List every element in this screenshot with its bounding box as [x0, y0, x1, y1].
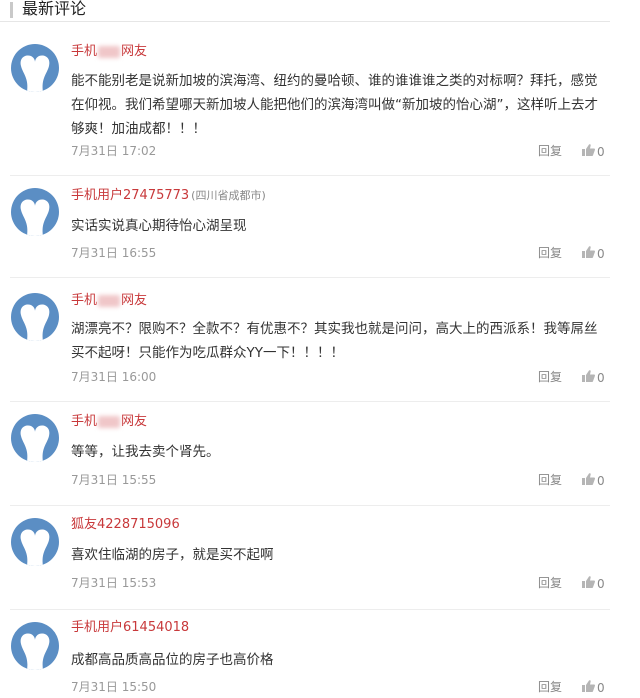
thumbs-up-icon — [582, 370, 597, 385]
like-button[interactable]: 0 — [582, 473, 605, 488]
comment-content: 成都高品质高品位的房子也高价格 — [71, 652, 274, 668]
comment-item: 手机用户27475773 (四川省成都市) 实话实说真心期待怡心湖呈现 7月31日 1… — [0, 176, 610, 278]
username-text: 手机用户27475773 — [71, 188, 190, 203]
comment-content: 喜欢住临湖的房子，就是买不起啊 — [71, 547, 274, 563]
reply-button[interactable]: 回复 — [538, 246, 562, 260]
username-blur — [98, 45, 121, 58]
username-suffix: 网友 — [121, 293, 148, 308]
reply-button[interactable]: 回复 — [538, 473, 562, 487]
comment-item: 手机 网友能不能别老是说新加坡的滨海湾、纽约的曼哈顿、谁的谁谁谁之类的对标啊？拜托… — [0, 30, 610, 176]
like-button[interactable]: 0 — [582, 680, 605, 695]
username-text: 狐友4228715096 — [71, 517, 180, 532]
comment-content: 实话实说真心期待怡心湖呈现 — [71, 218, 247, 234]
like-count: 0 — [597, 246, 605, 261]
comment-item: 手机 网友湖漂亮不？限购不？全款不？有优惠不？其实我也就是问问，高大上的西派系！我… — [0, 278, 610, 402]
comment-item: 狐友4228715096 喜欢住临湖的房子，就是买不起啊 7月31日 15:53 回复… — [0, 506, 610, 610]
comment-time: 7月31日 16:55 — [71, 246, 157, 260]
reply-button[interactable]: 回复 — [538, 680, 562, 694]
like-count: 0 — [597, 576, 605, 591]
comment-time: 7月31日 15:50 — [71, 680, 157, 694]
like-count: 0 — [597, 680, 605, 695]
username-prefix: 手机 — [71, 414, 98, 429]
thumbs-up-icon — [582, 576, 597, 591]
like-count: 0 — [597, 144, 605, 159]
thumbs-up-icon — [582, 680, 597, 695]
comment-item: 手机 网友等等，让我去卖个肾先。 7月31日 15:55 回复 0 — [0, 402, 610, 506]
default-avatar-icon[interactable] — [11, 518, 59, 566]
header-accent-bar — [10, 2, 13, 18]
like-button[interactable]: 0 — [582, 576, 605, 591]
default-avatar-icon[interactable] — [11, 188, 59, 236]
comment-content: 能不能别老是说新加坡的滨海湾、纽约的曼哈顿、谁的谁谁谁之类的对标啊？拜托，感觉在… — [71, 73, 598, 137]
username-prefix: 手机 — [71, 293, 98, 308]
like-button[interactable]: 0 — [582, 370, 605, 385]
username-blur — [98, 415, 121, 428]
comment-content: 湖漂亮不？限购不？全款不？有优惠不？其实我也就是问问，高大上的西派系！我等屌丝买… — [71, 321, 598, 361]
reply-button[interactable]: 回复 — [538, 370, 562, 384]
default-avatar-icon[interactable] — [11, 44, 59, 92]
comment-content: 等等，让我去卖个肾先。 — [71, 444, 220, 460]
comment-time: 7月31日 15:53 — [71, 576, 157, 590]
comment-username[interactable]: 手机 网友 — [71, 293, 147, 309]
thumbs-up-icon — [582, 246, 597, 261]
comment-username[interactable]: 手机用户61454018 — [71, 620, 189, 636]
username-text: 手机用户61454018 — [71, 620, 190, 635]
section-title: 最新评论 — [22, 0, 87, 18]
username-suffix: 网友 — [121, 414, 148, 429]
thumbs-up-icon — [582, 473, 597, 488]
comment-username[interactable]: 手机用户27475773 (四川省成都市) — [71, 188, 266, 204]
like-count: 0 — [597, 473, 605, 488]
default-avatar-icon[interactable] — [11, 414, 59, 462]
user-location: (四川省成都市) — [191, 189, 266, 202]
username-prefix: 手机 — [71, 44, 98, 59]
comment-username[interactable]: 手机 网友 — [71, 44, 147, 60]
comment-username[interactable]: 狐友4228715096 — [71, 517, 180, 533]
comment-time: 7月31日 15:55 — [71, 473, 157, 487]
thumbs-up-icon — [582, 144, 597, 159]
section-header: 最新评论 — [0, 0, 610, 22]
username-suffix: 网友 — [121, 44, 148, 59]
reply-button[interactable]: 回复 — [538, 144, 562, 158]
like-count: 0 — [597, 370, 605, 385]
comment-time: 7月31日 16:00 — [71, 370, 157, 384]
reply-button[interactable]: 回复 — [538, 576, 562, 590]
default-avatar-icon[interactable] — [11, 622, 59, 670]
comment-time: 7月31日 17:02 — [71, 144, 157, 158]
like-button[interactable]: 0 — [582, 246, 605, 261]
username-blur — [98, 294, 121, 307]
default-avatar-icon[interactable] — [11, 293, 59, 341]
comment-username[interactable]: 手机 网友 — [71, 414, 147, 430]
like-button[interactable]: 0 — [582, 144, 605, 159]
comment-item: 手机用户61454018 成都高品质高品位的房子也高价格 7月31日 15:50 回复… — [0, 610, 610, 698]
